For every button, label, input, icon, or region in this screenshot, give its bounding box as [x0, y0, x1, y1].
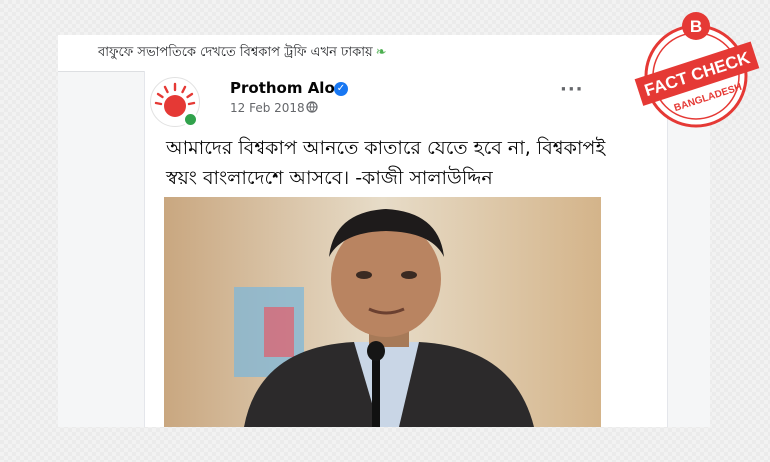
screenshot-card: বাফুফে সভাপতিকে দেখতে বিশ্বকাপ ট্রফি এখন…	[58, 35, 710, 427]
page-name[interactable]: Prothom Alo	[230, 79, 335, 97]
headline-text: বাফুফে সভাপতিকে দেখতে বিশ্বকাপ ট্রফি এখন…	[98, 45, 373, 60]
badge-letter: B	[690, 17, 702, 36]
fact-check-bangladesh-badge: B FACT CHECK BANGLADESH	[634, 12, 760, 128]
post-date[interactable]: 12 Feb 2018	[230, 101, 305, 115]
verified-check-icon: ✓	[334, 82, 348, 96]
globe-icon	[306, 101, 318, 113]
speaker-photo	[164, 197, 601, 427]
headline-bar: বাফুফে সভাপতিকে দেখতে বিশ্বকাপ ট্রফি এখন…	[58, 35, 710, 72]
post-photo[interactable]	[164, 197, 601, 427]
online-status-dot	[183, 112, 198, 127]
more-options-icon[interactable]: ···	[560, 79, 584, 100]
headline: বাফুফে সভাপতিকে দেখতে বিশ্বকাপ ট্রফি এখন…	[98, 43, 387, 64]
leaf-icon: ❧	[375, 45, 387, 60]
post-text: আমাদের বিশ্বকাপ আনতে কাতারে যেতে হবে না,…	[166, 137, 606, 189]
